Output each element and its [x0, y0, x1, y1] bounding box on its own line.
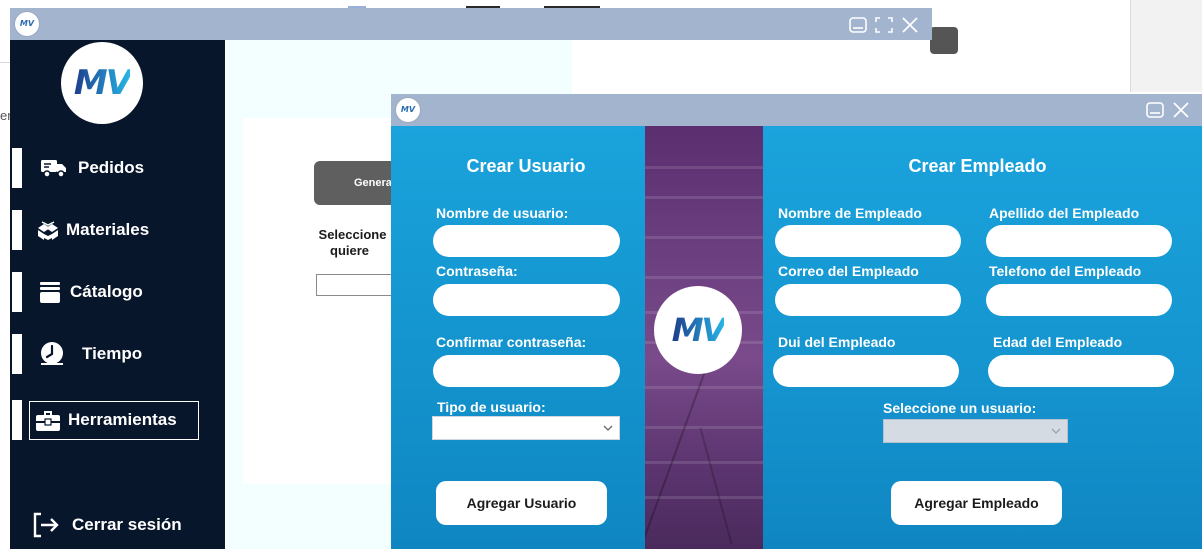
- close-icon[interactable]: [900, 15, 920, 35]
- background-toolbar-marks: [0, 6, 600, 14]
- dialog-logo-text: MV: [400, 105, 416, 114]
- sidebar-item-materiales[interactable]: Materiales: [12, 210, 149, 250]
- nav-indicator: [12, 272, 22, 312]
- employee-last-name-label: Apellido del Empleado: [989, 205, 1140, 221]
- background-text-input[interactable]: [316, 274, 394, 296]
- boxes-icon: [32, 216, 64, 244]
- select-user-label: Seleccione un usuario:: [883, 400, 1037, 416]
- logout-label: Cerrar sesión: [72, 515, 182, 534]
- logout-icon: [30, 511, 62, 539]
- app-logo-text: MV: [19, 19, 35, 28]
- sidebar-item-label: Materiales: [66, 220, 150, 239]
- nav-indicator: [12, 210, 22, 250]
- center-logo: MV: [654, 286, 742, 374]
- dialog-titlebar[interactable]: [391, 94, 1202, 126]
- toolbox-icon: [32, 406, 64, 434]
- confirm-password-input[interactable]: [433, 355, 620, 387]
- chevron-down-icon: [1051, 428, 1061, 434]
- close-icon[interactable]: [1171, 100, 1191, 120]
- clock-icon: [36, 340, 68, 368]
- user-type-select[interactable]: [432, 416, 620, 440]
- dialog-window-controls: [1145, 100, 1191, 120]
- sidebar-item-label: Pedidos: [78, 158, 145, 177]
- employee-first-name-input[interactable]: [775, 225, 961, 257]
- create-user-title: Crear Usuario: [466, 156, 586, 176]
- employee-dui-label: Dui del Empleado: [778, 334, 896, 350]
- password-label: Contraseña:: [436, 263, 518, 279]
- minimize-icon[interactable]: [1145, 100, 1165, 120]
- nav-indicator: [12, 334, 22, 374]
- select-user-dropdown[interactable]: [883, 419, 1068, 443]
- nav-indicator: [12, 400, 22, 440]
- username-input[interactable]: [433, 225, 620, 257]
- select-prompt-line1: Seleccione: [318, 227, 387, 242]
- sidebar-item-label: Cátalogo: [70, 282, 143, 301]
- employee-first-name-label: Nombre de Empleado: [778, 205, 922, 221]
- add-employee-button[interactable]: Agregar Empleado: [891, 481, 1062, 525]
- select-prompt-line2: quiere: [330, 243, 370, 258]
- password-input[interactable]: [433, 284, 620, 316]
- employee-age-input[interactable]: [988, 355, 1174, 387]
- sidebar-item-label: Herramientas: [68, 410, 177, 429]
- employee-phone-label: Telefono del Empleado: [989, 263, 1142, 279]
- sidebar-logo: MV: [61, 42, 143, 124]
- dialog-logo-small: MV: [396, 98, 420, 122]
- truck-icon: [38, 154, 70, 182]
- catalog-icon: [34, 278, 66, 306]
- employee-dui-input[interactable]: [773, 355, 959, 387]
- username-label: Nombre de usuario:: [436, 205, 569, 221]
- employee-email-input[interactable]: [775, 284, 961, 316]
- app-logo-small: MV: [15, 12, 39, 36]
- sidebar-item-catalogo[interactable]: Cátalogo: [12, 272, 143, 312]
- maximize-icon[interactable]: [874, 15, 894, 35]
- sidebar-item-label: Tiempo: [82, 344, 143, 363]
- background-app-edge: [1130, 0, 1202, 92]
- sidebar-item-pedidos[interactable]: Pedidos: [12, 148, 144, 188]
- employee-age-label: Edad del Empleado: [993, 334, 1123, 350]
- background-button[interactable]: [930, 27, 958, 54]
- employee-email-label: Correo del Empleado: [778, 263, 919, 279]
- add-user-button[interactable]: Agregar Usuario: [436, 481, 607, 525]
- employee-last-name-input[interactable]: [986, 225, 1172, 257]
- chevron-down-icon: [603, 425, 613, 431]
- minimize-icon[interactable]: [848, 15, 868, 35]
- create-employee-title: Crear Empleado: [908, 156, 1047, 176]
- sidebar-item-tiempo[interactable]: Tiempo: [12, 334, 142, 374]
- employee-phone-input[interactable]: [986, 284, 1172, 316]
- center-logo-text: MV: [671, 311, 727, 349]
- main-window-titlebar[interactable]: [10, 8, 932, 40]
- user-type-label: Tipo de usuario:: [437, 399, 546, 415]
- nav-indicator: [12, 148, 22, 188]
- sidebar-logo-text: MV: [73, 63, 132, 103]
- confirm-password-label: Confirmar contraseña:: [436, 334, 587, 350]
- main-window-controls: [848, 13, 920, 37]
- logout-button[interactable]: Cerrar sesión: [12, 505, 182, 545]
- sidebar-item-herramientas[interactable]: Herramientas: [12, 400, 177, 440]
